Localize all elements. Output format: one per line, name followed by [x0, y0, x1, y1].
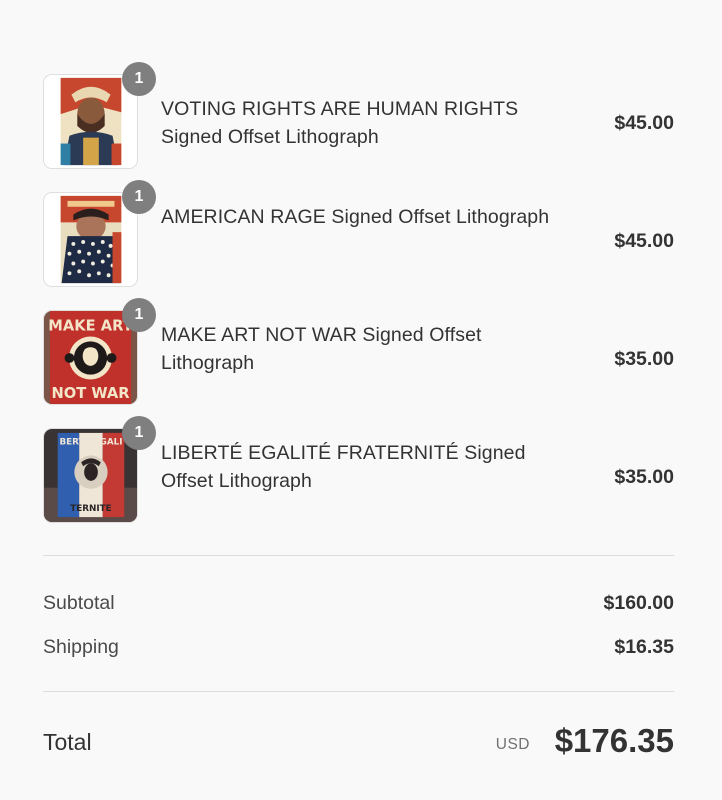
- subtotal-label: Subtotal: [43, 592, 115, 614]
- product-price: $45.00: [614, 230, 674, 252]
- shipping-label: Shipping: [43, 636, 119, 658]
- order-summary: 1 VOTING RIGHTS ARE HUMAN RIGHTS Signed …: [43, 0, 674, 800]
- product-title: VOTING RIGHTS ARE HUMAN RIGHTS Signed Of…: [161, 98, 519, 148]
- line-item: BERTE EGALI TERNITE 1 LIBERTÉ EGALITÉ FR…: [43, 416, 674, 526]
- line-item: 1 VOTING RIGHTS ARE HUMAN RIGHTS Signed …: [43, 62, 674, 172]
- product-thumbnail-wrapper: 1: [43, 180, 156, 288]
- total-value: $176.35: [554, 722, 674, 759]
- quantity-badge: 1: [122, 62, 156, 96]
- quantity-badge: 1: [122, 298, 156, 332]
- product-thumbnail-wrapper: MAKE ART NOT WAR 1: [43, 298, 156, 406]
- product-title: AMERICAN RAGE Signed Offset Lithograph: [161, 206, 550, 228]
- quantity-badge: 1: [122, 416, 156, 450]
- product-title: LIBERTÉ EGALITÉ FRATERNITÉ Signed Offset…: [161, 442, 526, 492]
- section-divider: [43, 691, 674, 692]
- line-item: MAKE ART NOT WAR 1 MAKE ART NOT WAR Sign…: [43, 298, 674, 408]
- product-price: $35.00: [614, 348, 674, 370]
- product-price: $45.00: [614, 112, 674, 134]
- subtotal-value: $160.00: [603, 592, 675, 614]
- quantity-badge: 1: [122, 180, 156, 214]
- thumbnail-top-text: MAKE ART: [48, 318, 132, 335]
- line-item: 1 AMERICAN RAGE Signed Offset Lithograph…: [43, 180, 674, 290]
- total-label: Total: [43, 729, 92, 755]
- currency-code: USD: [495, 736, 530, 753]
- product-price: $35.00: [614, 466, 674, 488]
- product-thumbnail-wrapper: BERTE EGALI TERNITE 1: [43, 416, 156, 524]
- thumbnail-top-text: BERTE EGALI: [59, 438, 122, 448]
- thumbnail-bottom-text: TERNITE: [70, 504, 111, 514]
- product-thumbnail-wrapper: 1: [43, 62, 156, 170]
- thumbnail-bottom-text: NOT WAR: [51, 385, 129, 402]
- section-divider: [43, 555, 674, 556]
- shipping-value: $16.35: [614, 636, 674, 658]
- product-title: MAKE ART NOT WAR Signed Offset Lithograp…: [161, 324, 482, 374]
